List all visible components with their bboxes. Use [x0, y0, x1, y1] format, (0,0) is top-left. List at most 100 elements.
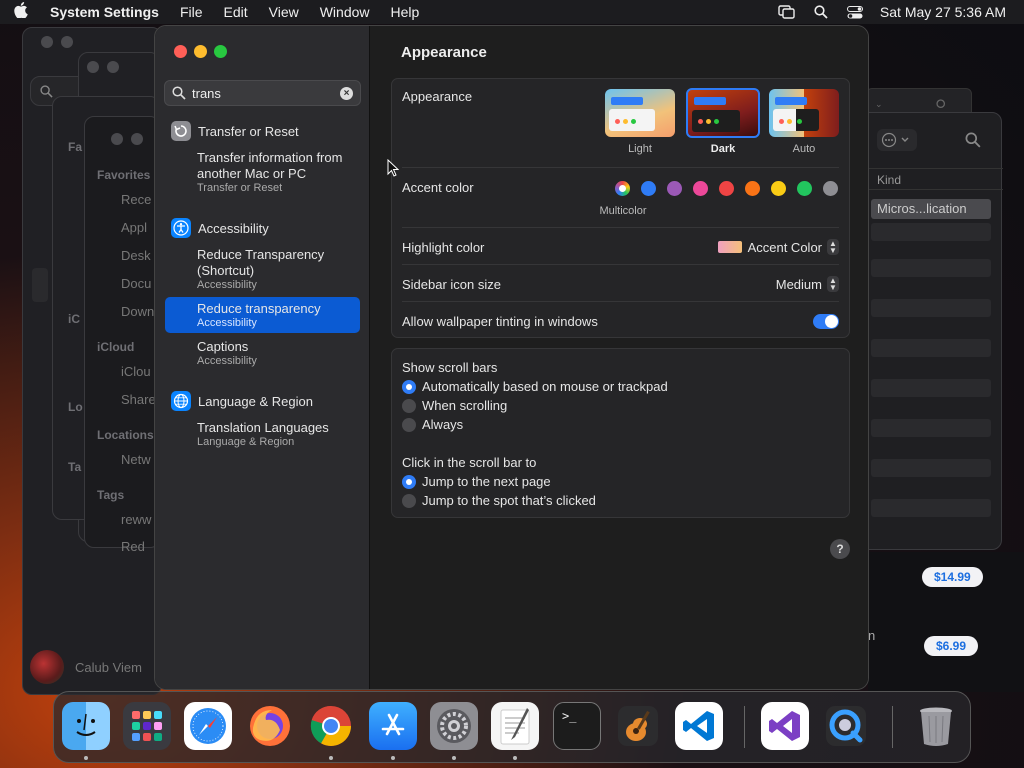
radio-label: Jump to the spot that’s clicked — [422, 493, 596, 508]
settings-sidebar: trans × Transfer or Reset Transfer infor… — [155, 26, 370, 689]
appearance-label: Appearance — [402, 89, 473, 104]
finder-favorites-header: Favorites — [97, 168, 151, 182]
result-item-reduce-transparency-shortcut[interactable]: Reduce Transparency (Shortcut) Accessibi… — [197, 247, 361, 292]
search-input[interactable]: trans — [192, 86, 221, 101]
menu-file[interactable]: File — [180, 4, 203, 20]
scroll-bars-when-scrolling-radio[interactable]: When scrolling — [402, 398, 507, 413]
minimize-window-button[interactable] — [194, 45, 207, 58]
finder-icon[interactable] — [62, 702, 110, 750]
screen-mirroring-icon[interactable] — [778, 5, 796, 19]
menu-edit[interactable]: Edit — [224, 4, 248, 20]
menu-window[interactable]: Window — [320, 4, 370, 20]
finder-sidebar-item: Down — [121, 304, 155, 319]
result-item-captions[interactable]: Captions Accessibility — [197, 339, 361, 368]
result-section-transfer-or-reset[interactable]: Transfer or Reset — [171, 121, 299, 141]
terminal-icon[interactable]: >_ — [553, 702, 601, 750]
click-next-page-radio[interactable]: Jump to the next page — [402, 474, 551, 489]
background-element — [32, 268, 48, 302]
safari-icon[interactable] — [184, 702, 232, 750]
trash-icon[interactable] — [912, 702, 960, 750]
result-subtitle: Accessibility — [197, 279, 257, 291]
background-traffic-light — [87, 61, 99, 73]
dark-theme-preview — [686, 88, 760, 138]
firefox-icon[interactable] — [246, 702, 294, 750]
accent-multicolor-swatch[interactable] — [615, 181, 630, 196]
auto-theme-preview — [769, 89, 839, 137]
background-fragment: iC — [68, 312, 80, 326]
radio-button[interactable] — [402, 417, 416, 432]
result-section-accessibility[interactable]: Accessibility — [171, 218, 269, 238]
accent-blue-swatch[interactable] — [641, 181, 656, 196]
sidebar-icon-size-value: Medium — [775, 276, 822, 292]
menu-bar: System Settings File Edit View Window He… — [0, 0, 1024, 24]
background-kind-header: Kind — [877, 173, 902, 187]
accent-color-label: Accent color — [402, 180, 474, 195]
highlight-color-popup[interactable]: Accent Color ▲ ▼ — [717, 239, 839, 255]
clear-search-icon[interactable]: × — [340, 87, 353, 100]
background-row — [871, 223, 991, 241]
background-traffic-light — [111, 133, 123, 145]
scroll-bars-auto-radio[interactable]: Automatically based on mouse or trackpad — [402, 379, 668, 394]
zoom-window-button[interactable] — [214, 45, 227, 58]
accent-pink-swatch[interactable] — [693, 181, 708, 196]
chrome-icon[interactable] — [307, 702, 355, 750]
visual-studio-icon[interactable] — [761, 702, 809, 750]
radio-button-selected[interactable] — [402, 379, 416, 394]
click-scroll-bar-label: Click in the scroll bar to — [402, 455, 537, 470]
accent-red-swatch[interactable] — [719, 181, 734, 196]
apple-menu-icon[interactable] — [10, 2, 32, 22]
vscode-icon[interactable] — [675, 702, 723, 750]
finder-sidebar-item: Netw — [121, 452, 151, 467]
click-spot-clicked-radio[interactable]: Jump to the spot that’s clicked — [402, 493, 596, 508]
accent-purple-swatch[interactable] — [667, 181, 682, 196]
scroll-bars-always-radio[interactable]: Always — [402, 417, 463, 432]
theme-label-light: Light — [628, 143, 652, 155]
price-button[interactable]: $14.99 — [922, 567, 983, 587]
result-section-label: Transfer or Reset — [198, 123, 299, 139]
radio-button[interactable] — [402, 398, 416, 413]
accent-green-swatch[interactable] — [797, 181, 812, 196]
result-title: Captions — [197, 339, 249, 354]
finder-sidebar-item: Red — [121, 539, 145, 554]
accent-graphite-swatch[interactable] — [823, 181, 838, 196]
result-item-translation-languages[interactable]: Translation Languages Language & Region — [197, 420, 361, 449]
result-subtitle: Accessibility — [197, 317, 257, 329]
radio-label: Automatically based on mouse or trackpad — [422, 379, 668, 394]
radio-button[interactable] — [402, 493, 416, 508]
control-center-icon[interactable] — [846, 5, 864, 19]
radio-button-selected[interactable] — [402, 474, 416, 489]
menu-view[interactable]: View — [269, 4, 299, 20]
menu-clock[interactable]: Sat May 27 5:36 AM — [880, 4, 1006, 20]
chevron-up-down-icon: ▲ ▼ — [827, 239, 839, 255]
price-button[interactable]: $6.99 — [924, 636, 979, 656]
menu-help[interactable]: Help — [391, 4, 420, 20]
background-traffic-light — [61, 36, 73, 48]
radio-label: Jump to the next page — [422, 474, 551, 489]
finder-sidebar-item: Rece — [121, 192, 152, 207]
background-selected-row: Micros...lication — [871, 199, 991, 219]
chevron-up-down-icon: ▲ ▼ — [827, 276, 839, 292]
launchpad-icon[interactable] — [123, 702, 171, 750]
quicktime-icon[interactable] — [822, 702, 870, 750]
menu-app-name[interactable]: System Settings — [50, 4, 159, 20]
wallpaper-tinting-toggle[interactable] — [813, 314, 839, 329]
help-button[interactable]: ? — [830, 539, 850, 559]
finder-icloud-header: iCloud — [97, 340, 135, 354]
close-window-button[interactable] — [174, 45, 187, 58]
sidebar-icon-size-popup[interactable]: Medium ▲ ▼ — [776, 276, 839, 292]
accessibility-icon — [171, 218, 191, 238]
radio-label: Always — [422, 417, 464, 432]
accent-orange-swatch[interactable] — [745, 181, 760, 196]
app-store-icon[interactable] — [369, 702, 417, 750]
system-settings-icon[interactable] — [430, 702, 478, 750]
spotlight-search-icon[interactable] — [812, 5, 830, 19]
result-item-transfer-information[interactable]: Transfer information from another Mac or… — [197, 150, 361, 195]
finder-sidebar-item: reww — [121, 512, 152, 527]
result-item-reduce-transparency-selected[interactable]: Reduce transparency Accessibility — [165, 297, 360, 333]
search-icon — [172, 86, 186, 103]
textedit-icon[interactable] — [491, 702, 539, 750]
result-section-language-region[interactable]: Language & Region — [171, 391, 313, 411]
accent-yellow-swatch[interactable] — [771, 181, 786, 196]
search-field[interactable]: trans × — [164, 80, 361, 106]
garageband-icon[interactable] — [614, 702, 662, 750]
